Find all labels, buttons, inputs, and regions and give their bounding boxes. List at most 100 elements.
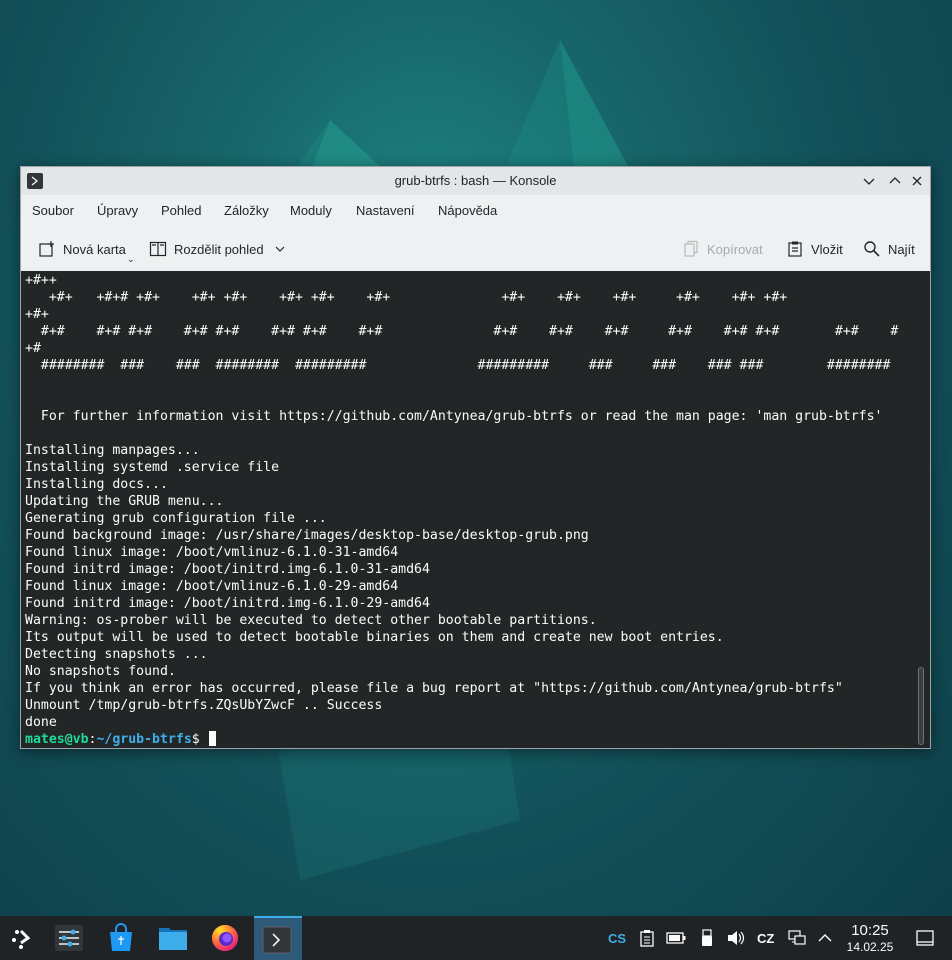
terminal-line: Its output will be used to detect bootab…: [25, 630, 724, 645]
show-hidden-icons-button[interactable]: [815, 928, 835, 948]
network-tray-button[interactable]: [787, 928, 807, 948]
show-desktop-icon: [916, 930, 934, 946]
firefox-icon: [212, 925, 238, 951]
clipboard-icon: [640, 930, 654, 947]
window-titlebar[interactable]: grub-btrfs : bash — Konsole: [21, 167, 930, 195]
discover-store-icon: [110, 923, 132, 951]
split-view-button[interactable]: Rozdělit pohled: [149, 239, 286, 259]
show-desktop-button[interactable]: [915, 928, 935, 948]
prompt-path: ~/grub-btrfs: [96, 732, 192, 747]
text-cursor: [208, 731, 216, 746]
prompt-symbol: $: [191, 732, 208, 747]
copy-button[interactable]: Kopírovat: [682, 239, 763, 259]
terminal-line: For further information visit https://gi…: [25, 409, 883, 424]
terminal-scrollbar[interactable]: [918, 667, 924, 745]
new-tab-dropdown-icon[interactable]: ⌄: [127, 254, 135, 265]
clock-date[interactable]: 14.02.25: [842, 940, 898, 954]
taskbar-system-settings[interactable]: [46, 916, 94, 960]
terminal-line: done: [25, 715, 57, 730]
terminal-line: Found initrd image: /boot/initrd.img-6.1…: [25, 596, 430, 611]
terminal-line: Warning: os-prober will be executed to d…: [25, 613, 597, 628]
clock-time[interactable]: 10:25: [846, 922, 894, 939]
input-method-indicator[interactable]: CS: [608, 931, 626, 946]
chevron-down-icon: [863, 178, 875, 185]
konsole-icon: [262, 926, 292, 954]
terminal-line: Found linux image: /boot/vmlinuz-6.1.0-3…: [25, 545, 399, 560]
keyboard-layout-indicator[interactable]: CZ: [757, 931, 774, 946]
chevron-up-icon: [818, 934, 832, 942]
close-icon: [912, 176, 922, 186]
menu-soubor[interactable]: Soubor: [32, 203, 74, 218]
terminal-line: Found linux image: /boot/vmlinuz-6.1.0-2…: [25, 579, 399, 594]
menu-zalozky[interactable]: Záložky: [224, 203, 269, 218]
taskbar-konsole[interactable]: [254, 916, 302, 960]
paste-label: Vložit: [811, 241, 843, 257]
terminal-line: #+# #+# #+# #+# #+# #+# #+# #+# #+# #+# …: [25, 324, 899, 339]
terminal-line: Found initrd image: /boot/initrd.img-6.1…: [25, 562, 430, 577]
battery-icon: [666, 932, 686, 944]
maximize-button[interactable]: [887, 173, 903, 189]
battery-tray-button[interactable]: [666, 928, 686, 948]
toolbar: Nová karta ⌄ Rozdělit pohled Kopírovat V…: [21, 231, 930, 267]
chevron-down-icon: [275, 246, 285, 252]
volume-icon: [728, 931, 745, 945]
new-tab-button[interactable]: Nová karta: [38, 239, 126, 259]
terminal-line: +#+: [25, 307, 49, 322]
menu-pohled[interactable]: Pohled: [161, 203, 201, 218]
paste-icon: [788, 241, 802, 257]
window-title: grub-btrfs : bash — Konsole: [394, 173, 557, 188]
find-button[interactable]: Najít: [863, 239, 915, 259]
network-wired-icon: [788, 930, 806, 945]
paste-button[interactable]: Vložit: [786, 239, 843, 259]
shell-prompt[interactable]: mates@vb:~/grub-btrfs$: [25, 731, 898, 748]
terminal-line: Generating grub configuration file ...: [25, 511, 327, 526]
terminal-line: +#: [25, 341, 41, 356]
terminal-line: No snapshots found.: [25, 664, 176, 679]
menu-nastaveni[interactable]: Nastavení: [356, 203, 415, 218]
terminal-line: Installing manpages...: [25, 443, 200, 458]
new-tab-icon: [39, 241, 54, 257]
app-launcher-button[interactable]: [0, 916, 48, 960]
removable-devices-tray-button[interactable]: [697, 928, 717, 948]
terminal-line: Updating the GRUB menu...: [25, 494, 224, 509]
taskbar-firefox[interactable]: [202, 916, 250, 960]
terminal-line: ######## ### ### ######## ######### ####…: [25, 358, 891, 373]
clipboard-tray-button[interactable]: [637, 928, 657, 948]
system-settings-icon: [55, 925, 83, 951]
terminal-output: +#++ +#+ +#+# +#+ +#+ +#+ +#+ +#+ +#+ +#…: [25, 272, 898, 748]
terminal-line: Found background image: /usr/share/image…: [25, 528, 589, 543]
dolphin-files-icon: [159, 928, 187, 950]
konsole-window: grub-btrfs : bash — Konsole Soubor Úprav…: [20, 166, 931, 749]
close-button[interactable]: [909, 173, 925, 189]
terminal-line: Installing systemd .service file: [25, 460, 280, 475]
menu-moduly[interactable]: Moduly: [290, 203, 332, 218]
chevron-up-icon: [889, 177, 901, 184]
new-tab-label: Nová karta: [63, 241, 126, 257]
taskbar-dolphin[interactable]: [150, 916, 198, 960]
menu-upravy[interactable]: Úpravy: [97, 203, 138, 218]
terminal-line: Installing docs...: [25, 477, 168, 492]
terminal-line: If you think an error has occurred, plea…: [25, 681, 843, 696]
copy-icon: [684, 240, 698, 257]
app-launcher-icon: [12, 929, 31, 949]
usb-drive-icon: [702, 929, 712, 946]
terminal-line: +#++: [25, 273, 57, 288]
terminal-line: Detecting snapshots ...: [25, 647, 208, 662]
menubar: Soubor Úpravy Pohled Záložky Moduly Nast…: [21, 197, 930, 223]
terminal-line: +#+ +#+# +#+ +#+ +#+ +#+ +#+ +#+ +#+ +#+…: [25, 290, 788, 305]
volume-tray-button[interactable]: [726, 928, 746, 948]
split-view-icon: [149, 241, 167, 257]
minimize-button[interactable]: [861, 173, 877, 189]
split-view-label: Rozdělit pohled: [174, 241, 264, 257]
copy-label: Kopírovat: [707, 241, 763, 257]
terminal-area[interactable]: +#++ +#+ +#+# +#+ +#+ +#+ +#+ +#+ +#+ +#…: [21, 271, 930, 748]
terminal-line: Unmount /tmp/grub-btrfs.ZQsUbYZwcF .. Su…: [25, 698, 383, 713]
taskbar-discover[interactable]: [98, 916, 146, 960]
prompt-user-host: mates@vb: [25, 732, 89, 747]
taskbar: CS CZ 10:25 14.02.25: [0, 916, 952, 960]
menu-napoveda[interactable]: Nápověda: [438, 203, 497, 218]
find-label: Najít: [888, 241, 915, 257]
